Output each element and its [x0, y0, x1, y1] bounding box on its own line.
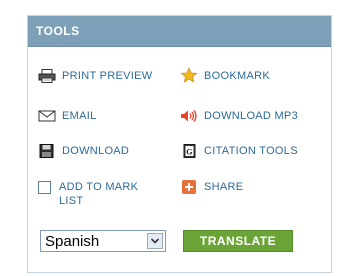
download-mp3-link[interactable]: DOWNLOAD MP3 — [180, 109, 298, 123]
download-label: DOWNLOAD — [62, 145, 130, 157]
mark-list-checkbox[interactable] — [38, 181, 51, 194]
language-select[interactable]: Spanish — [40, 230, 166, 252]
envelope-icon — [38, 110, 56, 122]
bookmark-label: BOOKMARK — [204, 70, 270, 82]
citation-tools-link[interactable]: G CITATION TOOLS — [180, 144, 298, 158]
chevron-down-icon[interactable] — [147, 233, 163, 249]
tools-header: TOOLS — [28, 16, 331, 47]
bookmark-link[interactable]: BOOKMARK — [180, 67, 270, 83]
share-label: SHARE — [204, 181, 244, 193]
floppy-disk-icon — [39, 144, 54, 158]
star-icon — [180, 67, 198, 83]
language-select-value: Spanish — [45, 232, 100, 250]
speaker-icon — [181, 110, 197, 122]
add-to-mark-list-link[interactable]: ADD TO MARK LIST — [38, 180, 158, 208]
citation-tools-label: CITATION TOOLS — [204, 145, 298, 157]
download-link[interactable]: DOWNLOAD — [38, 144, 129, 158]
download-mp3-label: DOWNLOAD MP3 — [204, 110, 299, 122]
email-link[interactable]: EMAIL — [38, 109, 97, 123]
tools-panel: TOOLS PRINT PREVIEW BOOKMARK EMAIL DOWNL… — [27, 15, 332, 273]
print-preview-link[interactable]: PRINT PREVIEW — [38, 69, 153, 83]
translate-button[interactable]: TRANSLATE — [183, 230, 293, 252]
citation-document-icon: G — [183, 144, 196, 158]
share-link[interactable]: SHARE — [180, 180, 243, 194]
tools-title: TOOLS — [36, 24, 80, 38]
email-label: EMAIL — [62, 110, 97, 122]
add-to-mark-list-label: ADD TO MARK LIST — [59, 181, 139, 207]
printer-icon — [38, 69, 56, 83]
print-preview-label: PRINT PREVIEW — [62, 70, 153, 82]
plus-icon — [182, 180, 196, 194]
svg-text:G: G — [186, 148, 193, 157]
